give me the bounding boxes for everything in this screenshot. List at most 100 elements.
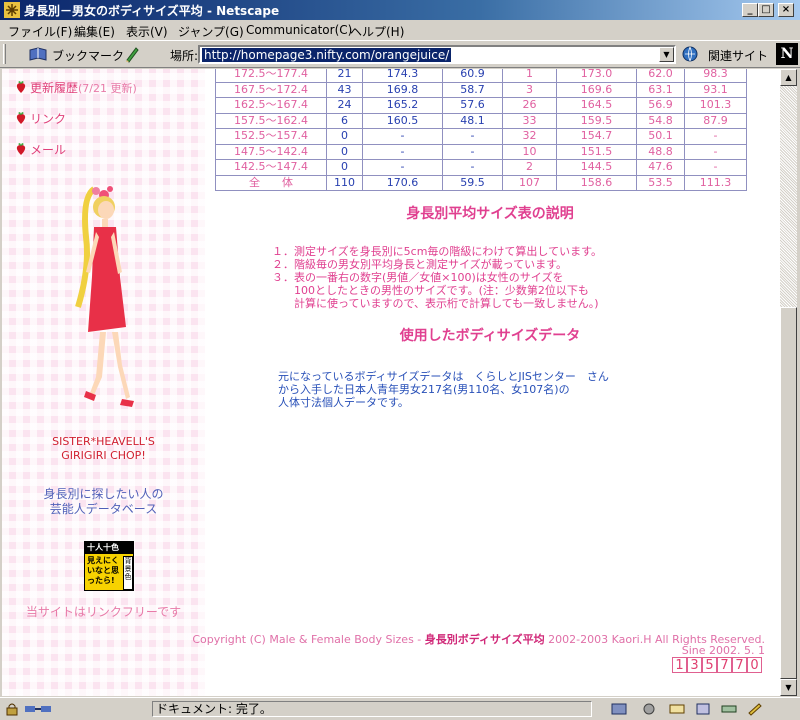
- table-cell: 26: [502, 97, 557, 114]
- counter-digit: 7: [732, 657, 747, 673]
- table-cell: 10: [502, 143, 557, 160]
- menu-bar: ファイル(F) 編集(E) 表示(V) ジャンプ(G) Communicator…: [0, 20, 800, 40]
- table-cell: 58.7: [442, 81, 503, 98]
- tray-icon[interactable]: [640, 702, 658, 716]
- vertical-scrollbar[interactable]: ▲ ▼: [780, 69, 797, 696]
- related-sites-button[interactable]: 関連サイト: [708, 47, 768, 64]
- url-text[interactable]: http://homepage3.nifty.com/orangejuice/: [202, 48, 452, 62]
- netscape-app-icon[interactable]: [4, 2, 20, 18]
- menu-file[interactable]: ファイル(F): [8, 23, 72, 40]
- table-cell: 1: [502, 69, 557, 83]
- menu-communicator[interactable]: Communicator(C): [246, 23, 352, 37]
- table-row: 162.5～167.4 24 165.2 57.6 26 164.5 56.9 101.3: [215, 97, 747, 114]
- table-cell: 160.5: [362, 112, 443, 129]
- table-cell: -: [684, 128, 747, 145]
- table-cell: 142.5～147.4: [215, 159, 327, 176]
- related-sites-icon[interactable]: [682, 45, 702, 63]
- scroll-down-icon[interactable]: ▼: [780, 679, 797, 696]
- table-cell: 111.3: [684, 174, 747, 191]
- sidebar-item-label: 更新履歴: [30, 81, 79, 95]
- table-cell: 173.0: [556, 69, 637, 83]
- security-lock-icon[interactable]: [4, 702, 20, 716]
- table-cell: 144.5: [556, 159, 637, 176]
- table-cell: 147.5～142.4: [215, 143, 327, 160]
- scrollbar-thumb[interactable]: [780, 307, 797, 679]
- table-cell: 170.6: [362, 174, 443, 191]
- menu-view[interactable]: 表示(V): [126, 23, 168, 40]
- table-cell: 101.3: [684, 97, 747, 114]
- link-free-notice: 当サイトはリンクフリーです: [25, 605, 182, 619]
- table-cell: 21: [326, 69, 363, 83]
- table-cell: 56.9: [636, 97, 685, 114]
- bookmarks-icon[interactable]: [28, 46, 48, 62]
- bookmarks-button[interactable]: ブックマーク: [52, 47, 124, 64]
- tray-icon[interactable]: [694, 702, 712, 716]
- tray-icon[interactable]: [720, 702, 738, 716]
- toolbar-grip[interactable]: [3, 44, 6, 64]
- window-title: 身長別－男女のボディサイズ平均 - Netscape: [24, 4, 280, 18]
- table-cell: 59.5: [442, 174, 503, 191]
- counter-digit: 1: [672, 657, 687, 673]
- table-row: 152.5～157.4 0- -32 154.7 50.1-: [215, 128, 747, 145]
- table-cell: 152.5～157.4: [215, 128, 327, 145]
- menu-edit[interactable]: 編集(E): [74, 23, 115, 40]
- maximize-button[interactable]: □: [758, 3, 774, 17]
- access-counter: 1 3 5 7 7 0: [672, 657, 762, 674]
- url-dropdown-icon[interactable]: ▼: [659, 47, 674, 62]
- table-row: 172.5～177.4 21 174.3 60.9 1 173.0 62.0 98.3: [215, 69, 747, 83]
- page-proxy-icon[interactable]: [124, 45, 140, 63]
- netscape-logo[interactable]: N: [776, 43, 798, 65]
- table-cell: -: [442, 143, 503, 160]
- table-cell: 62.0: [636, 69, 685, 83]
- connection-icon: [25, 706, 51, 712]
- minimize-button[interactable]: _: [742, 3, 758, 17]
- girl-illustration: [75, 186, 134, 407]
- close-button[interactable]: ×: [778, 3, 794, 17]
- table-row: 147.5～142.4 0- -10 151.5 48.8-: [215, 143, 747, 160]
- table-cell: 98.3: [684, 69, 747, 83]
- tray-icon[interactable]: [668, 702, 686, 716]
- table-cell: 全 体: [215, 174, 327, 191]
- sidebar: 更新履歴(7/21 更新) リンク メール SISTER*HEAVELL'S G…: [2, 69, 205, 696]
- badge-top: 十人十色: [85, 542, 133, 554]
- table-cell: 154.7: [556, 128, 637, 145]
- menu-help[interactable]: ヘルプ(H): [350, 23, 404, 40]
- table-cell: 157.5～162.4: [215, 112, 327, 129]
- dataset-line: から入手した日本人青年男女217名(男110名、女107名)の: [278, 383, 570, 396]
- explanation-item: 計算に使っていますので、表示桁で計算しても一致しません。): [294, 297, 599, 310]
- table-cell: 3: [502, 81, 557, 98]
- dataset-line: 元になっているボディサイズデータは くらしとJISセンター さん: [278, 370, 609, 383]
- menu-go[interactable]: ジャンプ(G): [178, 23, 244, 40]
- table-cell: 158.6: [556, 174, 637, 191]
- since-date: Sine 2002. 5. 1: [681, 644, 765, 657]
- table-cell: -: [684, 143, 747, 160]
- table-cell: 50.1: [636, 128, 685, 145]
- table-cell: 110: [326, 174, 363, 191]
- table-cell: -: [362, 159, 443, 176]
- celebrity-database-link[interactable]: 身長別に探したい人の 芸能人データベース: [2, 487, 205, 517]
- sidebar-item-update-history[interactable]: 更新履歴(7/21 更新): [14, 79, 137, 96]
- table-cell: 167.5～172.4: [215, 81, 327, 98]
- strawberry-icon: [16, 112, 26, 124]
- tray-icon[interactable]: [746, 702, 764, 716]
- table-cell: 169.8: [362, 81, 443, 98]
- table-cell: 6: [326, 112, 363, 129]
- sidebar-item-mail[interactable]: メール: [14, 141, 66, 158]
- table-cell: 33: [502, 112, 557, 129]
- scroll-up-icon[interactable]: ▲: [780, 69, 797, 86]
- counter-digit: 3: [687, 657, 702, 673]
- strawberry-icon: [16, 143, 26, 155]
- counter-digit: 7: [717, 657, 732, 673]
- update-date-note: (7/21 更新): [78, 82, 137, 95]
- table-row: 157.5～162.4 6 160.5 48.1 33 159.5 54.8 87.9: [215, 112, 747, 129]
- celeb-line-2: 芸能人データベース: [49, 502, 158, 516]
- copyright-site-name: 身長別ボディサイズ平均: [424, 633, 545, 646]
- table-cell: 57.6: [442, 97, 503, 114]
- color-change-badge[interactable]: 十人十色 見えにくいなと思ったら! 背景色: [84, 541, 134, 591]
- status-text: ドキュメント: 完了。: [152, 701, 592, 717]
- sidebar-item-links[interactable]: リンク: [14, 110, 66, 127]
- dataset-description: 元になっているボディサイズデータは くらしとJISセンター さん から入手した日…: [278, 370, 658, 409]
- tray-icon[interactable]: [610, 702, 628, 716]
- url-field[interactable]: http://homepage3.nifty.com/orangejuice/ …: [198, 45, 676, 64]
- caption-line-2: GIRIGIRI CHOP!: [61, 449, 146, 462]
